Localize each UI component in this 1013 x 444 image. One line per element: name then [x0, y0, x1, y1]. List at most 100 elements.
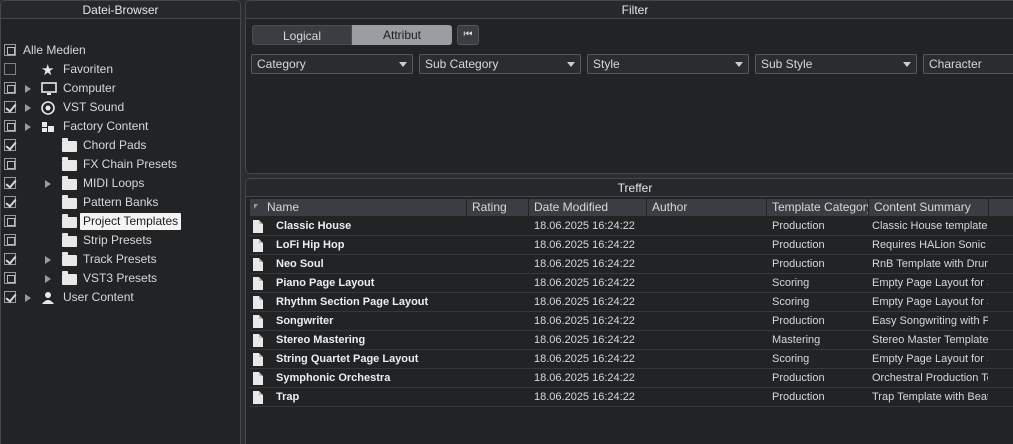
- tree-checkbox[interactable]: [4, 177, 16, 189]
- tree-item[interactable]: Alle Medien: [1, 41, 240, 60]
- column-header-template-category-label: Template Category: [772, 200, 869, 214]
- cell-name: String Quartet Page Layout: [276, 353, 419, 365]
- tree-item[interactable]: ★ Favoriten: [1, 60, 240, 79]
- filter-panel: Filter Logical Attribut ⏮ Category Sub C…: [245, 0, 1013, 174]
- cell-name: Stereo Mastering: [276, 334, 366, 346]
- cell-author: [652, 312, 766, 331]
- tree-checkbox[interactable]: [4, 234, 16, 246]
- folder-icon: [62, 271, 77, 285]
- tree-item[interactable]: Chord Pads: [1, 136, 240, 155]
- user-icon: [41, 291, 55, 308]
- tree-checkbox[interactable]: [4, 272, 16, 284]
- cell-date: 18.06.2025 16:24:22: [534, 372, 635, 384]
- cell-summary: Empty Page Layout for S: [872, 353, 988, 365]
- cell-category: Scoring: [772, 277, 810, 289]
- tab-logical[interactable]: Logical: [252, 25, 352, 45]
- column-header-template-category[interactable]: Template Category: [767, 199, 869, 216]
- tree-item[interactable]: Pattern Banks: [1, 193, 240, 212]
- tree-item[interactable]: FX Chain Presets: [1, 155, 240, 174]
- chevron-right-icon[interactable]: [45, 256, 51, 264]
- column-header-date-modified[interactable]: Date Modified: [529, 199, 647, 216]
- sub-style-dropdown[interactable]: Sub Style: [755, 54, 917, 74]
- cell-date: 18.06.2025 16:24:22: [534, 239, 635, 251]
- table-row[interactable]: Symphonic Orchestra 18.06.2025 16:24:22 Pr…: [250, 369, 1013, 388]
- column-header-name[interactable]: Name: [250, 199, 467, 216]
- tree-item[interactable]: Strip Presets: [1, 231, 240, 250]
- chevron-down-icon: [735, 62, 743, 67]
- category-dropdown-label: Category: [257, 57, 306, 71]
- file-icon: [253, 391, 263, 404]
- chevron-right-icon[interactable]: [45, 275, 51, 283]
- tree-item[interactable]: VST3 Presets: [1, 269, 240, 288]
- cell-category: Production: [772, 258, 825, 270]
- chevron-right-icon[interactable]: [25, 294, 31, 302]
- tree-item[interactable]: VST Sound: [1, 98, 240, 117]
- tree-item[interactable]: User Content: [1, 288, 240, 308]
- tree-checkbox[interactable]: [4, 139, 16, 151]
- cell-summary: Orchestral Production Te: [872, 372, 988, 384]
- table-row[interactable]: Classic House 18.06.2025 16:24:22 Producti…: [250, 217, 1013, 236]
- chevron-right-icon[interactable]: [45, 180, 51, 188]
- cell-author: [652, 217, 766, 236]
- reset-filter-button[interactable]: ⏮: [457, 25, 479, 45]
- table-row[interactable]: Rhythm Section Page Layout 18.06.2025 16:…: [250, 293, 1013, 312]
- results-title: Treffer: [246, 179, 1013, 197]
- tree-item[interactable]: Project Templates: [1, 212, 240, 231]
- tree-checkbox[interactable]: [4, 63, 16, 75]
- sub-category-dropdown[interactable]: Sub Category: [419, 54, 581, 74]
- tree-checkbox[interactable]: [4, 158, 16, 170]
- tree-checkbox[interactable]: [4, 291, 16, 303]
- chevron-right-icon[interactable]: [25, 85, 31, 93]
- tree-checkbox[interactable]: [4, 82, 16, 94]
- style-dropdown[interactable]: Style: [587, 54, 749, 74]
- cell-date: 18.06.2025 16:24:22: [534, 353, 635, 365]
- table-row[interactable]: LoFi Hip Hop 18.06.2025 16:24:22 Productio…: [250, 236, 1013, 255]
- table-row[interactable]: String Quartet Page Layout 18.06.2025 16:…: [250, 350, 1013, 369]
- folder-icon: [62, 138, 77, 152]
- cell-category: Production: [772, 239, 825, 251]
- file-browser-title: Datei-Browser: [1, 1, 240, 19]
- cell-author: [652, 388, 766, 407]
- file-icon: [253, 296, 263, 309]
- tree-checkbox[interactable]: [4, 44, 16, 56]
- column-header-extra[interactable]: [989, 199, 1013, 216]
- sort-corner-icon: [254, 204, 258, 209]
- cell-author: [652, 331, 766, 350]
- tree-checkbox[interactable]: [4, 196, 16, 208]
- cell-rating: [472, 331, 528, 350]
- folder-icon: [62, 233, 77, 247]
- tree-checkbox[interactable]: [4, 215, 16, 227]
- table-row[interactable]: Songwriter 18.06.2025 16:24:22 Production E…: [250, 312, 1013, 331]
- star-icon: ★: [41, 62, 55, 79]
- category-dropdown[interactable]: Category: [251, 54, 413, 74]
- tree-item[interactable]: MIDI Loops: [1, 174, 240, 193]
- table-row[interactable]: Piano Page Layout 18.06.2025 16:24:22 Scor…: [250, 274, 1013, 293]
- column-header-author[interactable]: Author: [647, 199, 767, 216]
- table-row[interactable]: Stereo Mastering 18.06.2025 16:24:22 Maste…: [250, 331, 1013, 350]
- chevron-right-icon[interactable]: [25, 123, 31, 131]
- column-header-content-summary[interactable]: Content Summary: [869, 199, 989, 216]
- factory-content-icon: [41, 120, 55, 137]
- cell-rating: [472, 350, 528, 369]
- tree-item-label: Alle Medien: [23, 43, 86, 57]
- tab-attribut[interactable]: Attribut: [352, 25, 452, 45]
- tree-item-label: VST3 Presets: [83, 271, 158, 285]
- tree-checkbox[interactable]: [4, 120, 16, 132]
- sub-category-dropdown-label: Sub Category: [425, 57, 499, 71]
- chevron-right-icon[interactable]: [25, 104, 31, 112]
- character-dropdown[interactable]: Character: [923, 54, 1013, 74]
- folder-icon: [62, 176, 77, 190]
- cell-date: 18.06.2025 16:24:22: [534, 296, 635, 308]
- table-row[interactable]: Trap 18.06.2025 16:24:22 Production Trap Te…: [250, 388, 1013, 407]
- tree-item[interactable]: Computer: [1, 79, 240, 98]
- tree-item[interactable]: Track Presets: [1, 250, 240, 269]
- column-header-rating[interactable]: Rating: [467, 199, 529, 216]
- tree-checkbox[interactable]: [4, 101, 16, 113]
- tree-item[interactable]: Factory Content: [1, 117, 240, 137]
- cell-date: 18.06.2025 16:24:22: [534, 334, 635, 346]
- tree-checkbox[interactable]: [4, 253, 16, 265]
- cell-name: Piano Page Layout: [276, 277, 375, 289]
- cell-summary: Classic House template: [872, 220, 988, 232]
- cell-rating: [472, 217, 528, 236]
- table-row[interactable]: Neo Soul 18.06.2025 16:24:22 Production RnB…: [250, 255, 1013, 274]
